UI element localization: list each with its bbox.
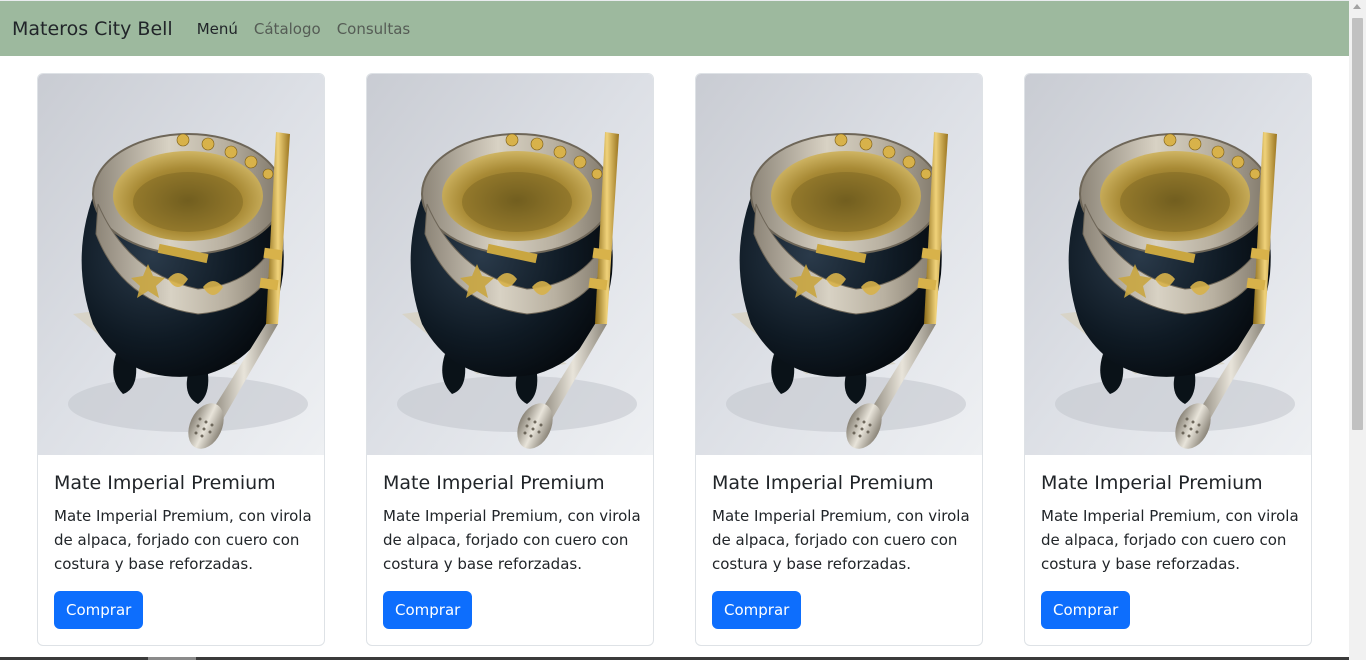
buy-button[interactable]: Comprar xyxy=(383,591,473,629)
mate-gourd-image xyxy=(696,74,982,455)
product-card: Mate Imperial Premium Mate Imperial Prem… xyxy=(37,73,325,646)
nav-link-menu[interactable]: Menú xyxy=(197,20,238,38)
product-card: Mate Imperial Premium Mate Imperial Prem… xyxy=(1024,73,1312,646)
product-title: Mate Imperial Premium xyxy=(54,472,276,494)
mate-gourd-image xyxy=(1025,74,1311,455)
nav-link-consultas[interactable]: Consultas xyxy=(337,20,411,38)
buy-button[interactable]: Comprar xyxy=(1041,591,1131,629)
buy-button[interactable]: Comprar xyxy=(712,591,802,629)
product-description: Mate Imperial Premium, con virola de alp… xyxy=(54,507,312,573)
product-card: Mate Imperial Premium Mate Imperial Prem… xyxy=(695,73,983,646)
product-description: Mate Imperial Premium, con virola de alp… xyxy=(1041,507,1299,573)
scroll-up-arrow-icon[interactable] xyxy=(1353,4,1361,9)
product-title: Mate Imperial Premium xyxy=(383,472,605,494)
navbar: Materos City Bell Menú Cátalogo Consulta… xyxy=(0,0,1349,56)
product-card: Mate Imperial Premium Mate Imperial Prem… xyxy=(366,73,654,646)
buy-button[interactable]: Comprar xyxy=(54,591,144,629)
product-description: Mate Imperial Premium, con virola de alp… xyxy=(383,507,641,573)
mate-gourd-image xyxy=(367,74,653,455)
product-description: Mate Imperial Premium, con virola de alp… xyxy=(712,507,970,573)
product-title: Mate Imperial Premium xyxy=(712,472,934,494)
mate-gourd-image xyxy=(38,74,324,455)
nav-link-catalogo[interactable]: Cátalogo xyxy=(254,20,321,38)
product-title: Mate Imperial Premium xyxy=(1041,472,1263,494)
scroll-thumb[interactable] xyxy=(1352,18,1363,430)
vertical-scrollbar[interactable] xyxy=(1349,0,1366,660)
brand-link[interactable]: Materos City Bell xyxy=(12,18,173,40)
